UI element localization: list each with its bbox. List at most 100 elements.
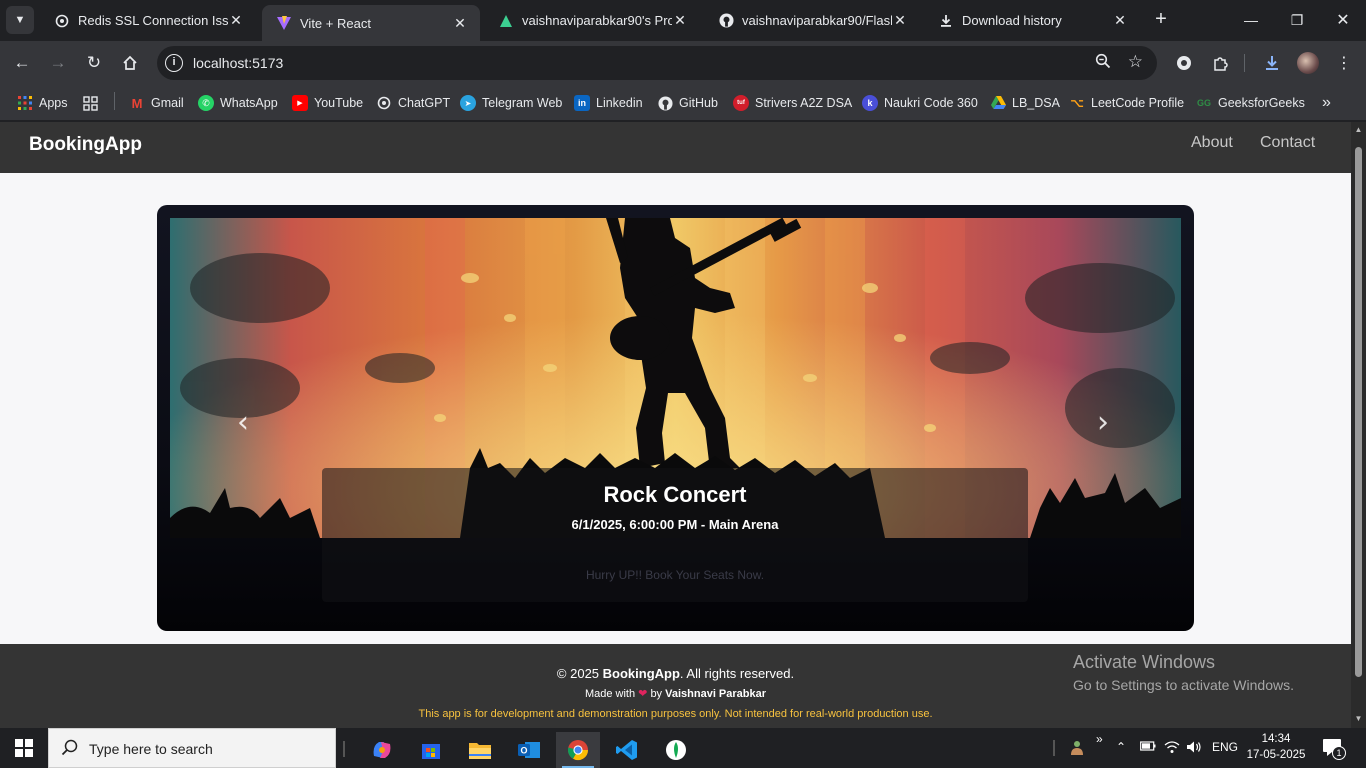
bookmark-label: Apps [39,96,68,110]
geeksforgeeks-icon: GG [1196,98,1211,108]
taskbar-store[interactable] [409,732,453,768]
new-tab-button[interactable]: + [1150,8,1172,30]
gmail-icon: M [131,95,143,111]
bookmark-strivers[interactable]: tuf Strivers A2Z DSA [733,93,852,113]
bookmark-label: LB_DSA [1012,96,1060,110]
browser-toolbar: ← → ↻ i localhost:5173 ☆ ⋮ [0,41,1366,85]
brand-logo[interactable]: BookingApp [29,134,142,156]
tab-download-history[interactable]: Download history ✕ [924,6,1140,35]
bookmark-apps[interactable]: Apps [17,93,68,113]
taskbar-clock[interactable]: 14:34 17-05-2025 [1246,731,1306,763]
taskbar-search-box[interactable]: Type here to search [48,728,336,768]
bookmark-lb-dsa[interactable]: LB_DSA [990,93,1060,113]
tab-title: vaishnaviparabkar90/FlashBo [742,13,892,28]
browser-menu-button[interactable]: ⋮ [1330,49,1358,77]
bookmark-tab-groups[interactable] [82,93,104,113]
carousel-next-button[interactable]: › [1097,405,1109,440]
taskbar-copilot[interactable] [360,732,404,768]
tab-title: Download history [962,13,1062,28]
download-icon [1266,56,1278,70]
bookmark-gmail[interactable]: M Gmail [129,93,184,113]
volume-icon[interactable] [1186,740,1202,757]
back-button[interactable]: ← [8,49,36,77]
tray-overflow-icon[interactable]: » [1096,732,1103,746]
scroll-thumb[interactable] [1355,147,1362,677]
taskbar-mongodb[interactable] [654,732,698,768]
tab-groups-icon [82,95,98,111]
browser-tab-strip: ▼ Redis SSL Connection Issue ✕ Vite + Re… [0,0,1366,41]
bookmarks-divider [114,92,115,110]
vscode-icon [616,740,637,760]
arrow-left-icon: ← [13,53,31,72]
address-bar[interactable]: i localhost:5173 ☆ [157,46,1157,80]
notification-count-badge: 1 [1332,746,1346,760]
minimize-button[interactable]: — [1228,0,1274,40]
bookmark-linkedin[interactable]: in Linkedin [574,93,643,113]
book-seats-cta[interactable]: Hurry UP!! Book Your Seats Now. [322,568,1028,582]
web-page: BookingApp About Contact ‹ › Rock Concer… [0,122,1351,728]
scroll-up-icon[interactable]: ▲ [1354,125,1363,134]
reload-icon: ↻ [86,53,102,72]
bookmark-telegram[interactable]: ➤ Telegram Web [460,93,562,113]
reload-button[interactable]: ↻ [80,49,108,77]
close-icon[interactable]: ✕ [1112,12,1128,29]
bookmark-youtube[interactable]: ▶ YouTube [292,93,363,113]
battery-icon[interactable] [1140,740,1156,755]
tab-redis[interactable]: Redis SSL Connection Issue ✕ [40,6,256,35]
event-carousel: ‹ › Rock Concert 6/1/2025, 6:00:00 PM - … [157,205,1194,631]
nav-contact-link[interactable]: Contact [1260,134,1315,152]
forward-button[interactable]: → [44,49,72,77]
bookmark-chatgpt[interactable]: ChatGPT [376,93,450,113]
bookmark-label: LeetCode Profile [1091,96,1185,110]
bookmark-github[interactable]: GitHub [657,93,718,113]
zoom-icon[interactable] [1095,53,1111,74]
bookmarks-overflow-button[interactable]: » [1322,93,1331,113]
start-button[interactable] [0,728,48,768]
window-close-button[interactable]: ✕ [1320,0,1366,40]
taskbar-vscode[interactable] [605,732,649,768]
extension-circle-icon [1177,56,1191,70]
github-favicon-icon [718,13,734,29]
tab-search-button[interactable]: ▼ [6,6,34,34]
search-placeholder: Type here to search [89,741,213,757]
bookmark-whatsapp[interactable]: ✆ WhatsApp [198,93,278,113]
downloads-button[interactable] [1258,49,1286,77]
bookmark-leetcode[interactable]: ⌥ LeetCode Profile [1069,93,1184,113]
scroll-down-icon[interactable]: ▼ [1354,714,1363,723]
heart-icon: ❤ [638,688,648,700]
site-info-icon[interactable]: i [165,54,183,72]
language-indicator[interactable]: ENG [1212,740,1238,754]
notification-center-button[interactable]: 1 [1322,738,1346,760]
chevron-up-icon[interactable]: ⌃ [1116,740,1126,754]
taskbar-outlook[interactable]: O [507,732,551,768]
close-icon[interactable]: ✕ [672,12,688,29]
tab-title: Vite + React [300,15,371,31]
close-icon[interactable]: ✕ [228,12,244,29]
home-button[interactable] [116,49,144,77]
close-icon[interactable]: ✕ [892,12,908,29]
extension-button[interactable] [1170,49,1198,77]
striver-icon: tuf [733,95,749,111]
nav-about-link[interactable]: About [1191,134,1233,152]
extensions-button[interactable] [1206,49,1234,77]
chevron-double-right-icon: » [1322,94,1331,111]
tab-vite-react[interactable]: Vite + React ✕ [262,5,480,41]
bookmark-label: ChatGPT [398,96,451,110]
taskbar-file-explorer[interactable] [458,732,502,768]
tab-vercel-project[interactable]: vaishnaviparabkar90's Proje ✕ [484,6,700,35]
bookmark-geeksforgeeks[interactable]: GG GeeksforGeeks [1196,93,1305,113]
carousel-prev-button[interactable]: ‹ [237,405,249,440]
close-icon[interactable]: ✕ [452,15,468,32]
taskbar-chrome[interactable] [556,732,600,768]
url-text[interactable]: localhost:5173 [193,55,283,71]
tab-github-repo[interactable]: vaishnaviparabkar90/FlashBo ✕ [704,6,920,35]
bookmark-naukri[interactable]: k Naukri Code 360 [862,93,978,113]
wifi-icon[interactable] [1164,740,1180,757]
bookmark-star-icon[interactable]: ☆ [1128,52,1143,72]
author-name: Vaishnavi Parabkar [665,688,767,700]
profile-button[interactable] [1294,49,1322,77]
windows-logo-icon [15,739,33,757]
page-scrollbar[interactable]: ▲ ▼ [1351,122,1366,728]
restore-button[interactable]: ❐ [1274,0,1320,40]
tray-person-icon[interactable] [1070,740,1084,759]
